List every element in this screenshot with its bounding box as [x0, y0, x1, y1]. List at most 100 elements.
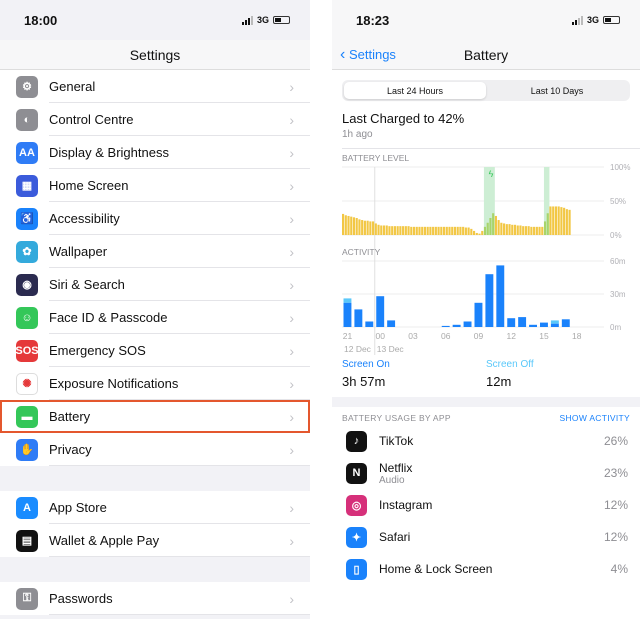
battery-bar: [382, 225, 386, 235]
tab-last-24-hours[interactable]: Last 24 Hours: [344, 82, 486, 99]
app-usage-row[interactable]: ♪ TikTok 26%: [332, 425, 640, 457]
chevron-right-icon: ›: [289, 210, 294, 227]
battery-bar: [407, 226, 410, 235]
settings-item-home-screen[interactable]: ▦ Home Screen ›: [0, 169, 310, 202]
activity-bar-screen-off: [550, 320, 559, 324]
battery-bar: [426, 226, 429, 235]
app-usage-row[interactable]: ◎ Instagram 12%: [332, 489, 640, 521]
activity-bar-screen-on: [376, 296, 385, 327]
x-tick: 18: [572, 331, 582, 341]
battery-bar: [563, 207, 566, 235]
app-name: Safari: [379, 530, 411, 544]
battery-bar: [552, 206, 555, 235]
battery-bar: [396, 226, 399, 235]
app-name: TikTok: [379, 434, 414, 448]
battery-bar: [391, 226, 394, 235]
battery-bar: [533, 226, 536, 235]
battery-bar: [464, 227, 467, 235]
settings-item-face-id-passcode[interactable]: ☺ Face ID & Passcode ›: [0, 301, 310, 334]
chevron-right-icon: ›: [289, 111, 294, 128]
app-percent: 12%: [603, 530, 628, 544]
settings-item-siri-search[interactable]: ◉ Siri & Search ›: [0, 268, 310, 301]
x-tick: 03: [408, 331, 418, 341]
battery-bar: [361, 220, 364, 235]
battery-bar: [399, 226, 402, 235]
key-icon: ⚿: [16, 587, 38, 610]
battery-bar: [347, 215, 350, 235]
activity-bar-screen-off: [343, 298, 352, 303]
home-screen-icon: ▦: [16, 174, 38, 197]
settings-item-exposure-notifications[interactable]: ✺ Exposure Notifications ›: [0, 367, 310, 400]
settings-item-general[interactable]: ⚙ General ›: [0, 70, 310, 103]
battery-bar: [369, 221, 372, 235]
battery-bar: [478, 233, 481, 235]
battery-bar: [473, 230, 476, 235]
settings-item-label: Face ID & Passcode: [49, 301, 310, 334]
app-name: Home & Lock Screen: [379, 562, 493, 576]
battery-bar: [565, 209, 568, 235]
activity-bar-screen-on: [354, 309, 363, 327]
battery-icon: ▬: [16, 405, 38, 428]
accessibility-icon: ♿: [16, 207, 38, 230]
screen-off-label: Screen Off: [486, 359, 534, 370]
settings-item-passwords[interactable]: ⚿ Passwords ›: [0, 582, 310, 615]
exposure-icon: ✺: [16, 372, 38, 395]
battery-bar: [385, 225, 388, 235]
settings-item-wallet-apple-pay[interactable]: ▤ Wallet & Apple Pay ›: [0, 524, 310, 557]
battery-bar: [497, 220, 500, 235]
charging-bolt-icon: ϟ: [489, 169, 494, 179]
app-usage-row[interactable]: ✦ Safari 12%: [332, 521, 640, 553]
battery-bar: [366, 220, 369, 235]
date-label: 13 Dec: [377, 344, 405, 354]
settings-item-wallpaper[interactable]: ✿ Wallpaper ›: [0, 235, 310, 268]
battery-charts: BATTERY LEVEL 100% 50% 0% 60m 30m 0m ϟ ACTIVITY 2…: [342, 153, 630, 355]
app-name: Instagram: [379, 498, 433, 512]
battery-bar: [412, 226, 416, 235]
app-percent: 23%: [603, 466, 628, 480]
last-charged-ago: 1h ago: [342, 129, 373, 140]
settings-item-label: Control Centre: [49, 103, 310, 136]
battery-bar: [388, 226, 391, 235]
tab-last-10-days[interactable]: Last 10 Days: [486, 82, 628, 99]
settings-item-label: Wallpaper: [49, 235, 310, 268]
battery-bar: [358, 219, 361, 235]
battery-bar: [456, 226, 459, 235]
battery-bar: [440, 226, 443, 235]
battery-status-icon: [273, 16, 290, 24]
app-usage-row[interactable]: ▯ Home & Lock Screen 4%: [332, 553, 640, 585]
battery-bar: [470, 228, 473, 235]
activity-bar-screen-on: [365, 321, 374, 327]
show-activity-button[interactable]: SHOW ACTIVITY: [560, 413, 631, 423]
settings-item-display-brightness[interactable]: AA Display & Brightness ›: [0, 136, 310, 169]
safari-icon: ✦: [346, 526, 367, 548]
battery-bar: [374, 223, 377, 235]
chevron-right-icon: ›: [289, 309, 294, 326]
network-type: 3G: [256, 15, 269, 25]
settings-item-privacy[interactable]: ✋ Privacy ›: [0, 433, 310, 466]
settings-item-app-store[interactable]: A App Store ›: [0, 491, 310, 524]
battery-bar: [453, 226, 457, 235]
x-tick: 21: [343, 331, 353, 341]
settings-item-accessibility[interactable]: ♿ Accessibility ›: [0, 202, 310, 235]
settings-item-label: App Store: [49, 491, 310, 524]
battery-bar: [432, 226, 435, 235]
chevron-right-icon: ›: [289, 144, 294, 161]
netflix-icon: N: [346, 462, 367, 484]
settings-item-battery[interactable]: ▬ Battery ›: [0, 400, 310, 433]
activity-bar-screen-on: [474, 302, 483, 327]
app-usage-row[interactable]: N Netflix Audio 23%: [332, 457, 640, 489]
back-button[interactable]: ‹ Settings: [340, 46, 396, 64]
settings-screen: 18:00 3G Settings ⚙ General › ◐ Control Cent…: [0, 0, 310, 619]
toggles-icon: ◐: [16, 108, 38, 131]
settings-item-control-centre[interactable]: ◐ Control Centre ›: [0, 103, 310, 136]
battery-status-icon: [603, 16, 620, 24]
battery-bar: [568, 209, 571, 235]
settings-item-emergency-sos[interactable]: SOS Emergency SOS ›: [0, 334, 310, 367]
network-type: 3G: [586, 15, 599, 25]
instagram-icon: ◎: [346, 494, 367, 516]
gear-icon: ⚙: [16, 75, 38, 98]
battery-bar: [404, 226, 407, 235]
battery-bar: [481, 230, 484, 235]
app-percent: 4%: [610, 562, 628, 576]
battery-bar: [445, 226, 448, 235]
